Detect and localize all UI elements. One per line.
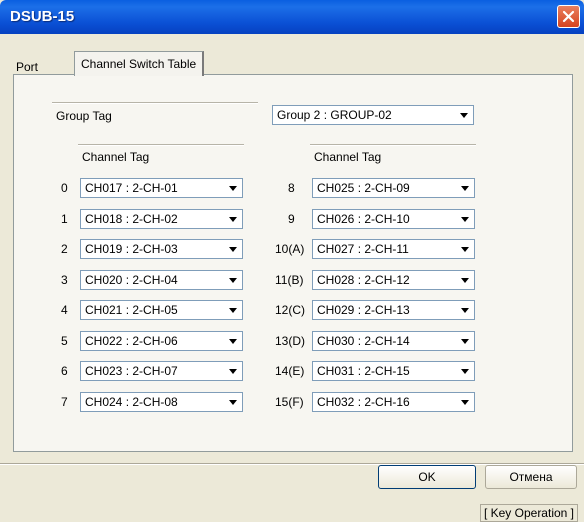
dropdown-arrow[interactable] bbox=[457, 272, 473, 288]
chevron-down-icon bbox=[229, 369, 237, 374]
combo-value: CH024 : 2-CH-08 bbox=[85, 395, 178, 409]
channel-select[interactable]: CH031 : 2-CH-15 bbox=[312, 361, 475, 381]
channel-select[interactable]: CH017 : 2-CH-01 bbox=[80, 178, 243, 198]
channel-select[interactable]: CH022 : 2-CH-06 bbox=[80, 331, 243, 351]
combo-value: CH021 : 2-CH-05 bbox=[85, 303, 178, 317]
combo-value: CH019 : 2-CH-03 bbox=[85, 242, 178, 256]
dropdown-arrow[interactable] bbox=[225, 272, 241, 288]
cancel-button[interactable]: Отмена bbox=[485, 465, 577, 489]
combo-value: Group 2 : GROUP-02 bbox=[277, 108, 392, 122]
dropdown-arrow[interactable] bbox=[225, 363, 241, 379]
channel-select[interactable]: CH021 : 2-CH-05 bbox=[80, 300, 243, 320]
chevron-down-icon bbox=[461, 369, 469, 374]
combo-value: CH030 : 2-CH-14 bbox=[317, 334, 410, 348]
channel-select[interactable]: CH026 : 2-CH-10 bbox=[312, 209, 475, 229]
dropdown-arrow[interactable] bbox=[457, 302, 473, 318]
channel-tag-line-left bbox=[78, 144, 244, 146]
dialog-window: DSUB-15 Port Channel Switch Table Group … bbox=[0, 0, 584, 522]
channel-select[interactable]: CH027 : 2-CH-11 bbox=[312, 239, 475, 259]
channel-select[interactable]: CH019 : 2-CH-03 bbox=[80, 239, 243, 259]
chevron-down-icon bbox=[229, 278, 237, 283]
channel-select[interactable]: CH029 : 2-CH-13 bbox=[312, 300, 475, 320]
dropdown-arrow[interactable] bbox=[225, 333, 241, 349]
channel-index: 10(A) bbox=[275, 242, 305, 256]
channel-select[interactable]: CH028 : 2-CH-12 bbox=[312, 270, 475, 290]
channel-index: 9 bbox=[288, 212, 295, 226]
chevron-down-icon bbox=[229, 339, 237, 344]
channel-select[interactable]: CH023 : 2-CH-07 bbox=[80, 361, 243, 381]
combo-value: CH018 : 2-CH-02 bbox=[85, 212, 178, 226]
combo-value: CH026 : 2-CH-10 bbox=[317, 212, 410, 226]
title-bar[interactable]: DSUB-15 bbox=[0, 0, 584, 34]
chevron-down-icon bbox=[461, 308, 469, 313]
combo-value: CH032 : 2-CH-16 bbox=[317, 395, 410, 409]
combo-value: CH020 : 2-CH-04 bbox=[85, 273, 178, 287]
channel-select[interactable]: CH025 : 2-CH-09 bbox=[312, 178, 475, 198]
dropdown-arrow[interactable] bbox=[225, 180, 241, 196]
channel-select[interactable]: CH020 : 2-CH-04 bbox=[80, 270, 243, 290]
dropdown-arrow[interactable] bbox=[225, 394, 241, 410]
combo-value: CH023 : 2-CH-07 bbox=[85, 364, 178, 378]
chevron-down-icon bbox=[461, 247, 469, 252]
combo-value: CH031 : 2-CH-15 bbox=[317, 364, 410, 378]
chevron-down-icon bbox=[460, 113, 468, 118]
channel-index: 6 bbox=[61, 364, 68, 378]
ok-button[interactable]: OK bbox=[378, 465, 476, 489]
channel-index: 8 bbox=[288, 181, 295, 195]
chevron-down-icon bbox=[229, 186, 237, 191]
combo-value: CH027 : 2-CH-11 bbox=[317, 242, 409, 256]
chevron-down-icon bbox=[461, 400, 469, 405]
dropdown-arrow[interactable] bbox=[457, 394, 473, 410]
channel-index: 0 bbox=[61, 181, 68, 195]
status-label: [ Key Operation ] bbox=[479, 504, 578, 522]
channel-index: 13(D) bbox=[275, 334, 306, 348]
channel-index: 3 bbox=[61, 273, 68, 287]
channel-index: 5 bbox=[61, 334, 68, 348]
chevron-down-icon bbox=[229, 247, 237, 252]
close-button[interactable] bbox=[557, 5, 580, 28]
channel-index: 2 bbox=[61, 242, 68, 256]
chevron-down-icon bbox=[461, 217, 469, 222]
chevron-down-icon bbox=[229, 400, 237, 405]
chevron-down-icon bbox=[229, 217, 237, 222]
channel-index: 1 bbox=[61, 212, 68, 226]
channel-index: 14(E) bbox=[275, 364, 305, 378]
tab-channel-switch-table[interactable]: Channel Switch Table bbox=[74, 51, 205, 76]
combo-value: CH029 : 2-CH-13 bbox=[317, 303, 410, 317]
dropdown-arrow[interactable] bbox=[457, 333, 473, 349]
window-title: DSUB-15 bbox=[10, 8, 75, 25]
combo-value: CH028 : 2-CH-12 bbox=[317, 273, 410, 287]
dropdown-arrow[interactable] bbox=[457, 180, 473, 196]
channel-index: 15(F) bbox=[275, 395, 304, 409]
dropdown-arrow[interactable] bbox=[457, 241, 473, 257]
channel-select[interactable]: CH032 : 2-CH-16 bbox=[312, 392, 475, 412]
channel-tag-line-right bbox=[310, 144, 476, 146]
channel-index: 7 bbox=[61, 395, 68, 409]
chevron-down-icon bbox=[461, 339, 469, 344]
combo-value: CH022 : 2-CH-06 bbox=[85, 334, 178, 348]
dropdown-arrow[interactable] bbox=[225, 241, 241, 257]
channel-index: 4 bbox=[61, 303, 68, 317]
chevron-down-icon bbox=[461, 278, 469, 283]
dropdown-arrow[interactable] bbox=[456, 107, 472, 123]
channel-select[interactable]: CH024 : 2-CH-08 bbox=[80, 392, 243, 412]
combo-value: CH017 : 2-CH-01 bbox=[85, 181, 178, 195]
dropdown-arrow[interactable] bbox=[457, 363, 473, 379]
close-icon bbox=[562, 10, 575, 23]
channel-index: 11(B) bbox=[275, 273, 304, 287]
channel-select[interactable]: CH018 : 2-CH-02 bbox=[80, 209, 243, 229]
dropdown-arrow[interactable] bbox=[457, 211, 473, 227]
chevron-down-icon bbox=[229, 308, 237, 313]
chevron-down-icon bbox=[461, 186, 469, 191]
combo-value: CH025 : 2-CH-09 bbox=[317, 181, 410, 195]
group-tag-line bbox=[52, 102, 258, 104]
channel-tag-header-right: Channel Tag bbox=[314, 150, 382, 164]
channel-select[interactable]: CH030 : 2-CH-14 bbox=[312, 331, 475, 351]
dropdown-arrow[interactable] bbox=[225, 211, 241, 227]
group-tag-label: Group Tag bbox=[56, 109, 112, 123]
channel-index: 12(C) bbox=[275, 303, 306, 317]
channel-tag-header-left: Channel Tag bbox=[82, 150, 150, 164]
dropdown-arrow[interactable] bbox=[225, 302, 241, 318]
group-select[interactable]: Group 2 : GROUP-02 bbox=[272, 105, 474, 125]
